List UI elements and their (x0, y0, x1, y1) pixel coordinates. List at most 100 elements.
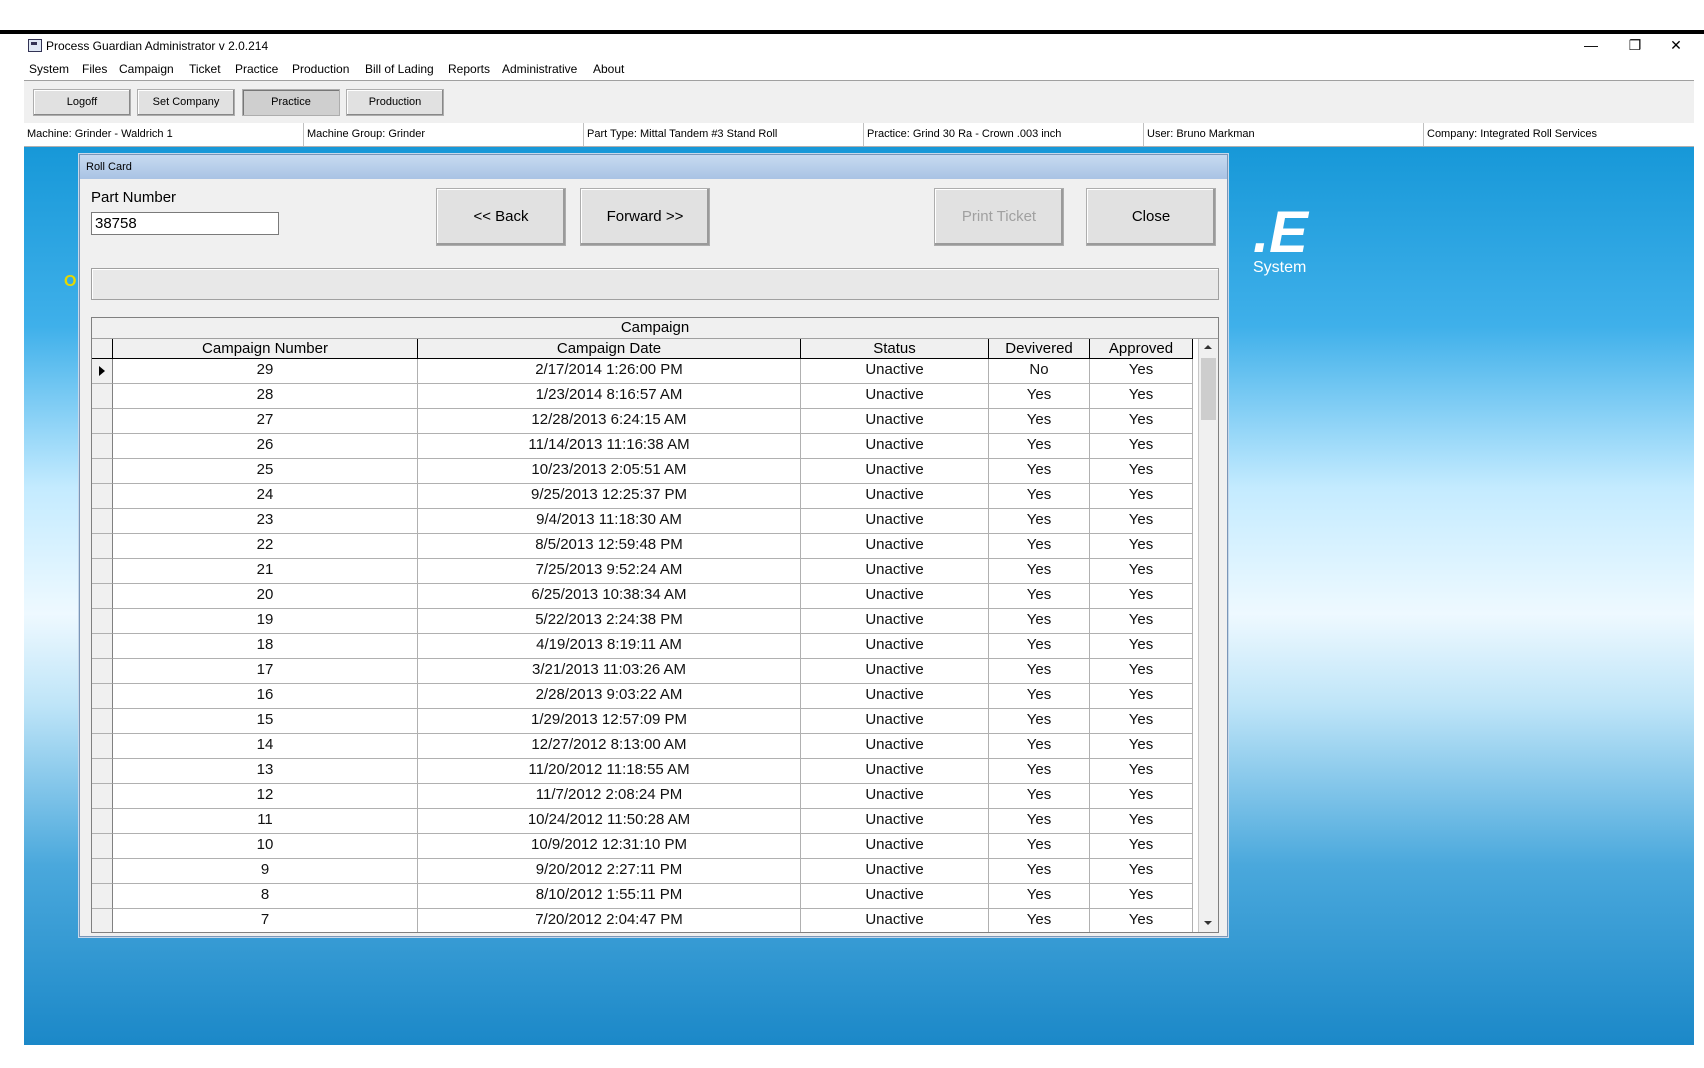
cell-campaign-number[interactable]: 18 (113, 634, 418, 659)
scroll-up-icon[interactable] (1199, 339, 1218, 356)
cell-status[interactable]: Unactive (801, 684, 989, 709)
cell-status[interactable]: Unactive (801, 409, 989, 434)
cell-campaign-number[interactable]: 22 (113, 534, 418, 559)
cell-campaign-number[interactable]: 19 (113, 609, 418, 634)
cell-campaign-date[interactable]: 4/19/2013 8:19:11 AM (418, 634, 801, 659)
production-button[interactable]: Production (346, 89, 444, 116)
cell-campaign-date[interactable]: 11/7/2012 2:08:24 PM (418, 784, 801, 809)
cell-campaign-date[interactable]: 5/22/2013 2:24:38 PM (418, 609, 801, 634)
cell-campaign-number[interactable]: 24 (113, 484, 418, 509)
cell-delivered[interactable]: Yes (989, 834, 1090, 859)
row-selector[interactable] (92, 409, 113, 434)
cell-delivered[interactable]: Yes (989, 559, 1090, 584)
cell-delivered[interactable]: Yes (989, 709, 1090, 734)
part-number-input[interactable] (91, 212, 279, 235)
forward-button[interactable]: Forward >> (580, 188, 710, 246)
row-selector[interactable] (92, 884, 113, 909)
logoff-button[interactable]: Logoff (33, 89, 131, 116)
cell-campaign-date[interactable]: 7/20/2012 2:04:47 PM (418, 909, 801, 932)
cell-approved[interactable]: Yes (1090, 884, 1193, 909)
cell-delivered[interactable]: Yes (989, 909, 1090, 932)
cell-campaign-number[interactable]: 16 (113, 684, 418, 709)
cell-approved[interactable]: Yes (1090, 509, 1193, 534)
row-selector[interactable] (92, 509, 113, 534)
row-selector[interactable] (92, 534, 113, 559)
cell-delivered[interactable]: Yes (989, 659, 1090, 684)
cell-approved[interactable]: Yes (1090, 384, 1193, 409)
cell-status[interactable]: Unactive (801, 784, 989, 809)
cell-campaign-date[interactable]: 9/20/2012 2:27:11 PM (418, 859, 801, 884)
cell-approved[interactable]: Yes (1090, 709, 1193, 734)
cell-campaign-date[interactable]: 10/24/2012 11:50:28 AM (418, 809, 801, 834)
cell-campaign-number[interactable]: 11 (113, 809, 418, 834)
cell-approved[interactable]: Yes (1090, 734, 1193, 759)
cell-delivered[interactable]: Yes (989, 609, 1090, 634)
cell-campaign-date[interactable]: 2/28/2013 9:03:22 AM (418, 684, 801, 709)
cell-status[interactable]: Unactive (801, 434, 989, 459)
scroll-thumb[interactable] (1201, 358, 1216, 420)
col-approved[interactable]: Approved (1090, 339, 1193, 359)
row-selector[interactable] (92, 859, 113, 884)
menu-files[interactable]: Files (82, 62, 107, 76)
cell-campaign-date[interactable]: 10/23/2013 2:05:51 AM (418, 459, 801, 484)
cell-campaign-date[interactable]: 8/10/2012 1:55:11 PM (418, 884, 801, 909)
cell-approved[interactable]: Yes (1090, 484, 1193, 509)
row-selector[interactable] (92, 909, 113, 932)
cell-delivered[interactable]: Yes (989, 859, 1090, 884)
close-window-icon[interactable]: ✕ (1654, 34, 1694, 58)
menu-ticket[interactable]: Ticket (189, 62, 221, 76)
cell-approved[interactable]: Yes (1090, 759, 1193, 784)
cell-status[interactable]: Unactive (801, 734, 989, 759)
cell-approved[interactable]: Yes (1090, 834, 1193, 859)
row-selector[interactable] (92, 759, 113, 784)
cell-campaign-date[interactable]: 9/25/2013 12:25:37 PM (418, 484, 801, 509)
cell-campaign-number[interactable]: 17 (113, 659, 418, 684)
row-selector[interactable] (92, 784, 113, 809)
cell-status[interactable]: Unactive (801, 359, 989, 384)
cell-delivered[interactable]: Yes (989, 684, 1090, 709)
cell-campaign-number[interactable]: 27 (113, 409, 418, 434)
menu-system[interactable]: System (29, 62, 69, 76)
menu-bill-of-lading[interactable]: Bill of Lading (365, 62, 434, 76)
cell-campaign-number[interactable]: 25 (113, 459, 418, 484)
cell-approved[interactable]: Yes (1090, 859, 1193, 884)
row-selector[interactable] (92, 584, 113, 609)
menu-administrative[interactable]: Administrative (502, 62, 577, 76)
cell-status[interactable]: Unactive (801, 509, 989, 534)
vertical-scrollbar[interactable] (1198, 339, 1218, 932)
cell-campaign-date[interactable]: 11/20/2012 11:18:55 AM (418, 759, 801, 784)
cell-approved[interactable]: Yes (1090, 659, 1193, 684)
cell-status[interactable]: Unactive (801, 659, 989, 684)
cell-status[interactable]: Unactive (801, 709, 989, 734)
cell-delivered[interactable]: Yes (989, 784, 1090, 809)
cell-delivered[interactable]: Yes (989, 534, 1090, 559)
cell-status[interactable]: Unactive (801, 884, 989, 909)
cell-campaign-number[interactable]: 10 (113, 834, 418, 859)
row-selector[interactable] (92, 709, 113, 734)
cell-approved[interactable]: Yes (1090, 809, 1193, 834)
cell-approved[interactable]: Yes (1090, 909, 1193, 932)
cell-status[interactable]: Unactive (801, 834, 989, 859)
cell-status[interactable]: Unactive (801, 859, 989, 884)
col-delivered[interactable]: Devivered (989, 339, 1090, 359)
row-selector[interactable] (92, 559, 113, 584)
cell-status[interactable]: Unactive (801, 459, 989, 484)
cell-delivered[interactable]: Yes (989, 809, 1090, 834)
row-selector[interactable] (92, 384, 113, 409)
cell-campaign-date[interactable]: 1/29/2013 12:57:09 PM (418, 709, 801, 734)
cell-campaign-date[interactable]: 3/21/2013 11:03:26 AM (418, 659, 801, 684)
cell-status[interactable]: Unactive (801, 759, 989, 784)
row-selector[interactable] (92, 659, 113, 684)
cell-delivered[interactable]: Yes (989, 509, 1090, 534)
col-campaign-date[interactable]: Campaign Date (418, 339, 801, 359)
col-campaign-number[interactable]: Campaign Number (113, 339, 418, 359)
cell-approved[interactable]: Yes (1090, 684, 1193, 709)
cell-campaign-date[interactable]: 10/9/2012 12:31:10 PM (418, 834, 801, 859)
cell-delivered[interactable]: Yes (989, 384, 1090, 409)
cell-campaign-number[interactable]: 21 (113, 559, 418, 584)
cell-campaign-date[interactable]: 12/27/2012 8:13:00 AM (418, 734, 801, 759)
row-selector[interactable] (92, 459, 113, 484)
cell-approved[interactable]: Yes (1090, 534, 1193, 559)
cell-approved[interactable]: Yes (1090, 609, 1193, 634)
cell-delivered[interactable]: Yes (989, 734, 1090, 759)
